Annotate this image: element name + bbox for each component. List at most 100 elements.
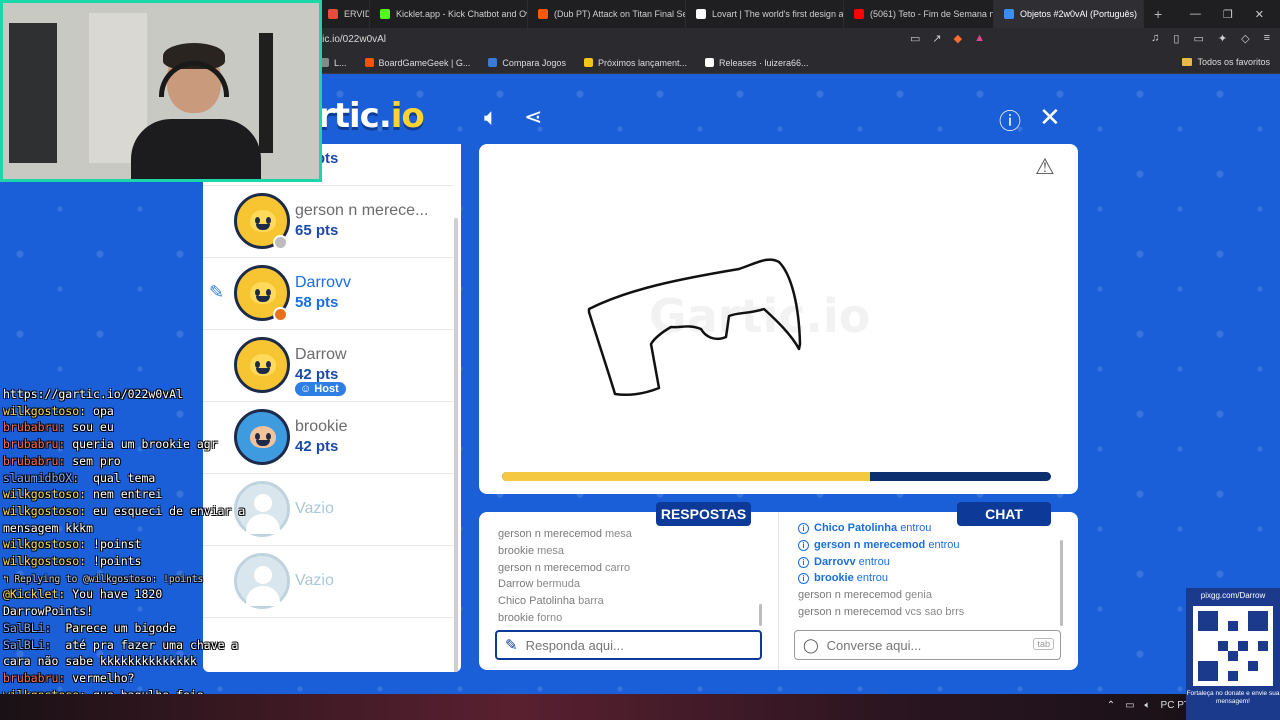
answers-scrollbar[interactable] [759, 604, 762, 626]
player-row[interactable]: ✎ Darrovv 58 pts [203, 258, 453, 330]
player-row[interactable]: Vazio [203, 546, 453, 618]
browser-tab[interactable]: (Dub PT) Attack on Titan Final Seas [528, 0, 686, 28]
stream-chat-user: slaumidbOX: [3, 470, 80, 485]
streamer-shirt [131, 119, 261, 179]
chat-input[interactable] [826, 637, 1027, 653]
chat-message: i brookie entrou [798, 570, 1058, 587]
player-name: Darrovv [295, 274, 352, 291]
browser-tab[interactable]: Lovart | The world's first design ag [686, 0, 844, 28]
all-bookmarks[interactable]: Todos os favoritos [1182, 57, 1270, 67]
players-scrollbar[interactable] [454, 218, 458, 672]
answer-author: gerson n merecemod [498, 528, 602, 540]
tab-favicon-icon [328, 9, 338, 19]
chat-message: gerson n merecemod vcs sao brrs [798, 604, 1058, 621]
brave-shield-icon[interactable]: ◆ [954, 32, 962, 45]
player-row[interactable]: brookie 42 pts [203, 402, 453, 474]
answers-title: RESPOSTAS [656, 502, 751, 526]
close-icon[interactable]: ✕ [1039, 102, 1061, 133]
player-row[interactable]: gerson n merece... 65 pts [203, 186, 453, 258]
share-icon[interactable]: ⋖ [524, 104, 542, 130]
answers-panel: RESPOSTAS gerson n merecemod mesa brookie… [479, 502, 778, 670]
stream-chat-line: wilkgostoso: nem entrei [3, 487, 162, 501]
chat-text: entrou [856, 572, 888, 585]
tab-title: Kicklet.app - Kick Chatbot and Ove [396, 9, 528, 19]
minimize-icon[interactable]: — [1190, 8, 1201, 20]
sidebar-icon[interactable]: ▯ [1173, 32, 1179, 45]
volume-icon[interactable]: 🔈︎ [1145, 700, 1151, 711]
player-name: Darrow [295, 346, 347, 363]
players-list: co Patolinha65 ptsgerson n merece...65 p… [203, 144, 461, 672]
restore-icon[interactable]: ❐ [1223, 8, 1233, 21]
toolbar-icons: ♫ ▯ ▭ ✦ ◇ ≡ [1151, 32, 1270, 45]
answer-input[interactable] [525, 637, 726, 653]
answer-input-box: ✎ [495, 630, 762, 660]
rewards-icon[interactable]: ▲ [974, 32, 985, 45]
browser-tab[interactable]: Objetos #2w0vAl (Português)✕ [994, 0, 1144, 28]
stream-chat-line: SalBLi: Parece um bigode [3, 621, 176, 635]
bookmark-icon[interactable]: ▭ [1193, 32, 1203, 45]
stream-chat-user: SalBLi: [3, 620, 52, 635]
bookmark-list: L... BoardGameGeek | G... Compara Jogos Pró… [320, 58, 809, 68]
logo-text-accent: io [390, 96, 425, 136]
chat-author: brookie [814, 572, 854, 585]
browser-tab[interactable]: (5061) Teto - Fim de Semana no Ri [844, 0, 994, 28]
browser-tab[interactable]: ERVIDOR [318, 0, 370, 28]
screen: ERVIDOR Kicklet.app - Kick Chatbot and Ov… [0, 0, 1280, 720]
tab-favicon-icon [538, 9, 548, 19]
stream-chat-line: https://gartic.io/022w0vAl [3, 387, 183, 401]
chat-author: gerson n merecemod [798, 589, 902, 602]
new-tab-button[interactable]: + [1144, 6, 1172, 22]
bookmark-item[interactable]: Próximos lançament... [583, 58, 687, 68]
bookmark-item[interactable]: L... [320, 58, 347, 68]
bookmark-item[interactable]: BoardGameGeek | G... [364, 58, 470, 68]
stream-chat-user: SalBLi: [3, 637, 52, 652]
stream-chat-line: wilkgostoso: eu esqueci de enviar a [3, 504, 245, 518]
answer-author: gerson n merecemod [498, 561, 602, 574]
answer-text: mesa [605, 528, 632, 540]
info-icon: i [798, 523, 809, 534]
stream-chat-text: opa [86, 403, 114, 418]
qr-url: pixgg.com/Darrow [1200, 591, 1266, 600]
browser-tab[interactable]: Kicklet.app - Kick Chatbot and Ove [370, 0, 528, 28]
drawing-canvas[interactable]: Gartic.io ⚠ [479, 144, 1078, 494]
vpn-icon[interactable]: ◇ [1241, 32, 1249, 45]
stream-chat-user: brubabru: [3, 453, 66, 468]
stream-chat-line: cara não sabe kkkkkkkkkkkkkk [3, 654, 197, 668]
chat-messages: i Chico Patolinha entrou i gerson n merecem… [798, 520, 1058, 624]
tray-arrow-icon[interactable]: ⌃ [1107, 700, 1115, 711]
bookmark-item[interactable]: Compara Jogos [488, 58, 566, 68]
answer-text: barra [578, 595, 604, 608]
menu-icon[interactable]: ≡ [1264, 32, 1270, 45]
streamer [131, 43, 261, 179]
info-icon[interactable]: ⓘ [999, 104, 1021, 136]
bookmark-label: Compara Jogos [502, 57, 566, 68]
chat-author: Chico Patolinha [814, 522, 898, 534]
stream-chat-text: nem entrei [86, 487, 163, 502]
chat-text: vcs sao brrs [905, 605, 965, 618]
stream-chat-text: You have 1820 [65, 587, 163, 602]
webcam-overlay [0, 0, 322, 182]
url-field[interactable]: rtic.io/022w0vAl [316, 32, 1006, 48]
report-warning-icon[interactable]: ⚠ [1035, 154, 1055, 180]
bookmark-label: Releases · luizera66... [719, 57, 809, 68]
stream-chat-text: https://gartic.io/022w0vAl [3, 387, 184, 401]
chat-scrollbar[interactable] [1060, 540, 1063, 626]
tab-title: ERVIDOR [344, 9, 369, 19]
network-icon[interactable]: ▭ [1125, 700, 1134, 711]
chat-input-box: ◯ tab [794, 630, 1061, 660]
drawing-pencil-icon: ✎ [209, 282, 225, 302]
close-window-icon[interactable]: ✕ [1255, 8, 1264, 21]
bookmark-item[interactable]: Releases · luizera66... [705, 58, 809, 68]
status-dot [273, 307, 288, 322]
sound-icon[interactable]: 🔈︎ [484, 104, 498, 132]
share-page-icon[interactable]: ↗ [932, 32, 941, 45]
stream-chat-line: DarrowPoints! [3, 604, 93, 618]
extensions-icon[interactable]: ✦ [1218, 32, 1227, 45]
player-points: 42 pts [295, 438, 339, 455]
player-row[interactable]: Darrow 42 pts ☺ Host [203, 330, 453, 402]
stream-chat-line: SalBLi: até pra fazer uma chave a [3, 638, 238, 652]
install-app-icon[interactable]: ▭ [910, 32, 920, 45]
media-icon[interactable]: ♫ [1151, 32, 1159, 45]
all-bookmarks-label: Todos os favoritos [1197, 57, 1270, 67]
player-points: 58 pts [295, 294, 339, 311]
